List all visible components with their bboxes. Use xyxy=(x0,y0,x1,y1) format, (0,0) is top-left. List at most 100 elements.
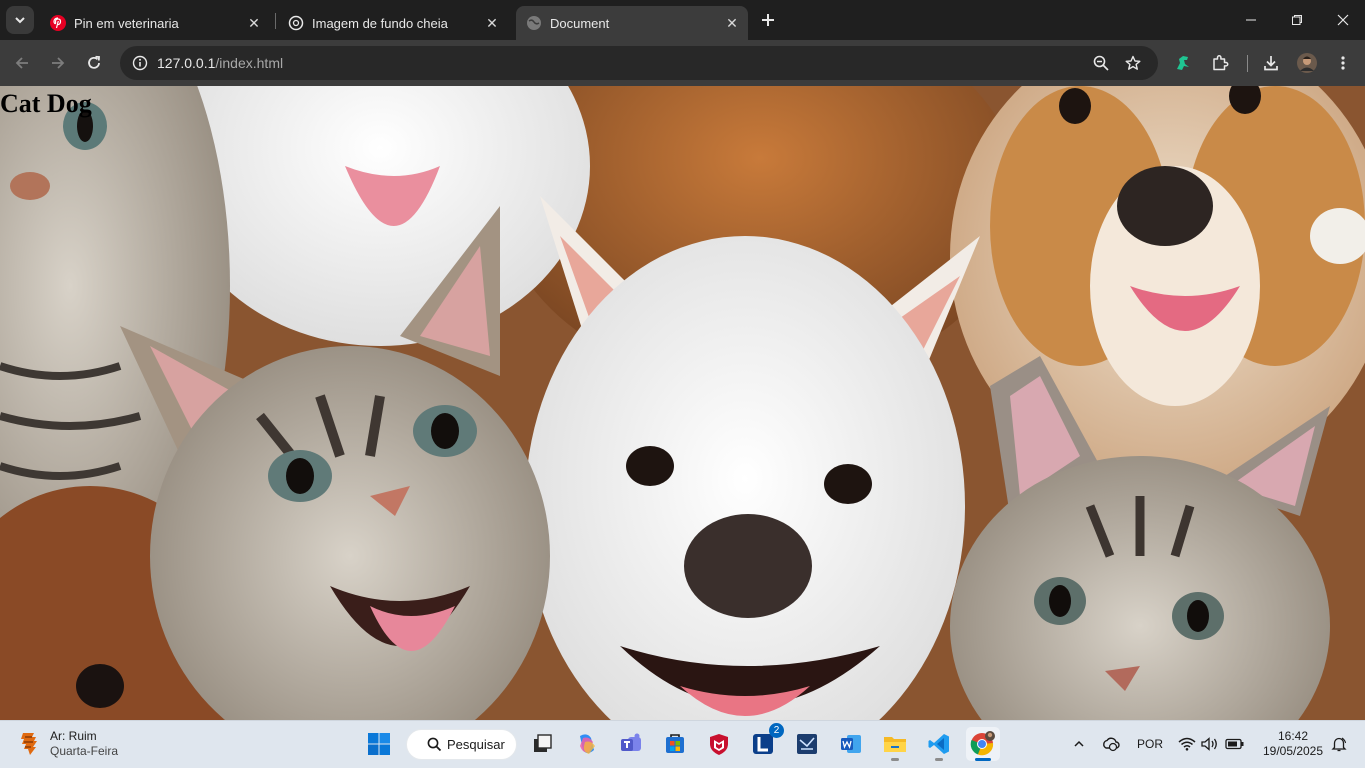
restore-button[interactable] xyxy=(1274,0,1320,40)
wifi-icon xyxy=(1178,737,1196,751)
pinterest-icon xyxy=(50,15,66,31)
word-button[interactable] xyxy=(834,727,868,761)
clock-time: 16:42 xyxy=(1277,729,1309,743)
extensions-button[interactable] xyxy=(1207,50,1233,76)
clock-date: 19/05/2025 xyxy=(1262,744,1324,758)
teams-icon xyxy=(621,733,641,751)
menu-button[interactable] xyxy=(1330,50,1356,76)
downloads-button[interactable] xyxy=(1258,50,1284,76)
back-button[interactable] xyxy=(9,50,35,76)
store-button[interactable] xyxy=(658,727,692,761)
chrome-icon xyxy=(970,731,995,756)
word-icon xyxy=(841,735,861,753)
minimize-button[interactable] xyxy=(1228,0,1274,40)
sync-status-button[interactable] xyxy=(1100,732,1122,756)
language-indicator[interactable]: POR xyxy=(1134,732,1166,756)
site-info-button[interactable] xyxy=(128,51,152,75)
folder-icon xyxy=(884,737,906,752)
tab-pinterest[interactable]: Pin em veterinaria ✕ xyxy=(40,6,270,40)
weather-widget[interactable]: Ar: Ruim Quarta-Feira xyxy=(18,729,118,759)
battery-icon xyxy=(1225,738,1244,750)
clock[interactable]: 16:42 19/05/2025 xyxy=(1258,729,1328,759)
store-icon xyxy=(666,734,684,753)
close-tab-icon[interactable]: ✕ xyxy=(722,13,742,33)
close-tab-icon[interactable]: ✕ xyxy=(244,13,264,33)
forward-button[interactable] xyxy=(45,50,71,76)
weather-line2: Quarta-Feira xyxy=(50,744,119,758)
copilot-icon xyxy=(580,734,595,754)
page-title: Cat Dog xyxy=(0,89,92,118)
tab-imagem[interactable]: Imagem de fundo cheia ✕ xyxy=(278,6,508,40)
page-viewport: Cat Dog xyxy=(0,86,1365,720)
weather-line1: Ar: Ruim xyxy=(50,729,97,743)
tab-search-button[interactable] xyxy=(6,6,34,34)
tab-strip: Pin em veterinaria ✕ Imagem de fundo che… xyxy=(0,0,1365,40)
plus-icon xyxy=(762,14,774,26)
taskbar: Ar: Ruim Quarta-Feira Pesquisar 2 POR 16… xyxy=(0,720,1365,768)
teams-button[interactable] xyxy=(614,727,648,761)
file-explorer-button[interactable] xyxy=(878,727,912,761)
toolbar-separator xyxy=(1247,55,1248,72)
chevron-down-icon xyxy=(15,17,25,24)
arrow-left-icon xyxy=(15,57,28,69)
more-vertical-icon xyxy=(1341,56,1345,70)
reload-icon xyxy=(88,55,100,69)
new-tab-button[interactable] xyxy=(756,8,780,32)
tab-title: Imagem de fundo cheia xyxy=(312,15,448,31)
cats-dogs-background-image xyxy=(0,86,1365,720)
openai-icon xyxy=(288,15,304,31)
minimize-icon xyxy=(1246,19,1256,21)
profile-button[interactable] xyxy=(1294,50,1320,76)
vs-icon xyxy=(797,734,817,754)
visual-studio-button[interactable] xyxy=(790,727,824,761)
l-app-button[interactable]: 2 xyxy=(746,723,784,761)
restore-icon xyxy=(1292,15,1302,25)
extension-dino-button[interactable] xyxy=(1170,50,1196,76)
chrome-button[interactable] xyxy=(966,727,1000,761)
bell-icon xyxy=(1331,737,1347,752)
arrow-right-icon xyxy=(52,57,65,69)
close-tab-icon[interactable]: ✕ xyxy=(482,13,502,33)
notification-badge: 2 xyxy=(769,723,784,738)
taskbar-search[interactable]: Pesquisar xyxy=(406,729,517,760)
air-quality-icon xyxy=(21,733,37,755)
show-hidden-icons-button[interactable] xyxy=(1068,732,1090,756)
copilot-button[interactable] xyxy=(570,727,604,761)
mcafee-icon xyxy=(710,734,728,755)
puzzle-icon xyxy=(1213,55,1229,71)
search-icon xyxy=(427,737,442,752)
url-text[interactable]: 127.0.0.1/index.html xyxy=(157,55,283,71)
zoom-button[interactable] xyxy=(1088,50,1114,76)
browser-toolbar: 127.0.0.1/index.html xyxy=(0,40,1365,86)
tab-document[interactable]: Document ✕ xyxy=(516,6,748,40)
search-label: Pesquisar xyxy=(447,737,505,752)
cloud-sync-icon xyxy=(1103,737,1120,752)
avatar xyxy=(1297,53,1317,73)
url-host: 127.0.0.1 xyxy=(157,55,216,71)
notifications-button[interactable] xyxy=(1328,732,1350,756)
start-button[interactable] xyxy=(362,727,396,761)
vscode-button[interactable] xyxy=(922,727,956,761)
download-icon xyxy=(1264,56,1278,71)
bookmark-button[interactable] xyxy=(1120,50,1146,76)
mcafee-button[interactable] xyxy=(702,727,736,761)
dino-extension-icon xyxy=(1177,56,1189,70)
globe-icon xyxy=(526,15,542,31)
zoom-out-icon xyxy=(1093,55,1109,71)
tab-separator xyxy=(275,13,276,29)
close-window-button[interactable] xyxy=(1320,0,1365,40)
network-button[interactable] xyxy=(1176,732,1198,756)
url-path: /index.html xyxy=(215,55,284,71)
speaker-icon xyxy=(1201,737,1217,751)
chevron-up-icon xyxy=(1074,740,1084,747)
address-bar[interactable]: 127.0.0.1/index.html xyxy=(120,46,1158,80)
tab-title: Document xyxy=(550,15,610,31)
battery-button[interactable] xyxy=(1224,732,1246,756)
volume-button[interactable] xyxy=(1200,732,1220,756)
tab-title: Pin em veterinaria xyxy=(74,15,179,31)
task-view-button[interactable] xyxy=(526,727,560,761)
windows-start-icon xyxy=(368,733,390,755)
reload-button[interactable] xyxy=(81,50,107,76)
vscode-icon xyxy=(928,734,949,754)
task-view-icon xyxy=(534,734,552,752)
